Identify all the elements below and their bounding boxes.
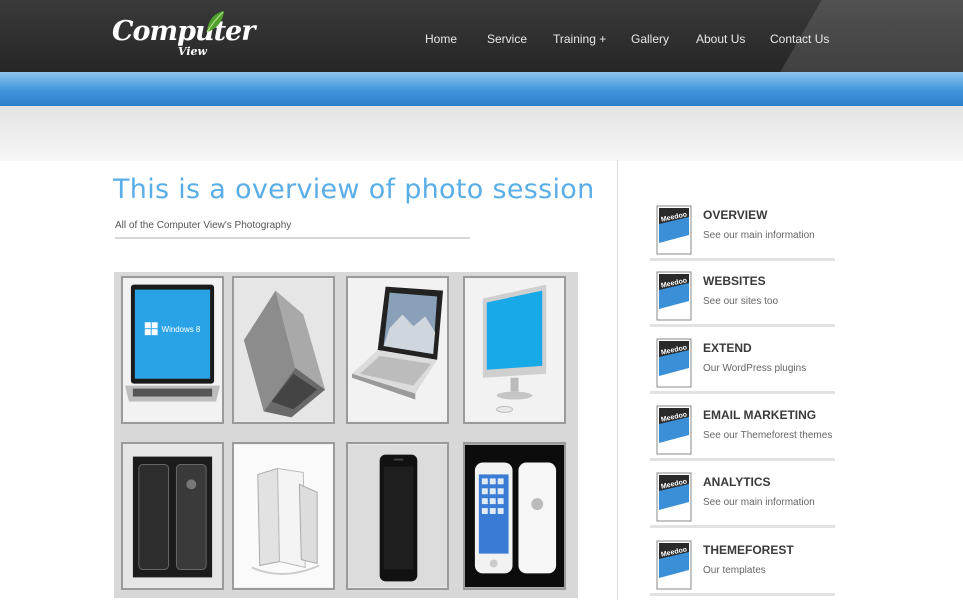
nav-gallery[interactable]: Gallery bbox=[631, 32, 669, 46]
sidebar-item-desc: See our sites too bbox=[703, 296, 779, 307]
meedoo-badge-icon: Meedoo bbox=[656, 472, 692, 522]
meedoo-badge-icon: Meedoo bbox=[656, 205, 692, 255]
laptop-silver-closed-image bbox=[234, 278, 333, 422]
nav-contact-us[interactable]: Contact Us bbox=[770, 32, 829, 46]
sidebar-item-title: EMAIL MARKETING bbox=[703, 408, 817, 422]
sidebar-separator bbox=[650, 525, 835, 528]
laptop-windows8-image: Windows 8 bbox=[123, 278, 222, 422]
white-phones-image bbox=[234, 444, 333, 588]
laptop-white-open-image bbox=[348, 278, 447, 422]
nav-about-us[interactable]: About Us bbox=[696, 32, 745, 46]
content-divider bbox=[617, 160, 618, 600]
gallery-thumb-laptop-windows8[interactable]: Windows 8 bbox=[121, 276, 224, 424]
sidebar-item-title: EXTEND bbox=[703, 341, 752, 355]
sidebar-item-desc: Our templates bbox=[703, 565, 766, 576]
nav-training[interactable]: Training + bbox=[553, 32, 606, 46]
sidebar-item-themeforest[interactable]: Meedoo THEMEFOREST Our templates bbox=[650, 532, 835, 596]
gallery-thumb-iphones[interactable] bbox=[463, 442, 566, 590]
meedoo-badge-icon: Meedoo bbox=[656, 338, 692, 388]
gallery-thumb-two-phones[interactable] bbox=[121, 442, 224, 590]
sidebar-separator bbox=[650, 593, 835, 596]
sidebar-item-title: WEBSITES bbox=[703, 274, 766, 288]
gallery-thumb-white-phones[interactable] bbox=[232, 442, 335, 590]
gallery-thumb-laptop-white[interactable] bbox=[346, 276, 449, 424]
sidebar-item-title: OVERVIEW bbox=[703, 208, 768, 222]
sidebar-item-analytics[interactable]: Meedoo ANALYTICS See our main informatio… bbox=[650, 464, 835, 528]
meedoo-badge-icon: Meedoo bbox=[656, 271, 692, 321]
windows8-screen-label: Windows 8 bbox=[162, 325, 201, 334]
meedoo-badge-icon: Meedoo bbox=[656, 405, 692, 455]
site-header: Computer View Home Service Training + Ga… bbox=[0, 0, 963, 72]
sidebar-separator bbox=[650, 258, 835, 261]
sidebar-item-title: ANALYTICS bbox=[703, 475, 771, 489]
two-phones-dark-image bbox=[123, 444, 222, 588]
page-subtitle: All of the Computer View's Photography bbox=[115, 220, 292, 231]
banner-shadow-strip bbox=[0, 106, 963, 161]
sidebar-item-title: THEMEFOREST bbox=[703, 543, 794, 557]
sidebar-item-desc: Our WordPress plugins bbox=[703, 363, 807, 374]
sidebar-separator bbox=[650, 324, 835, 327]
nav-home[interactable]: Home bbox=[425, 32, 457, 46]
sidebar-item-desc: See our Themeforest themes bbox=[703, 430, 833, 441]
iphones-front-back-image bbox=[465, 444, 564, 588]
sidebar-item-desc: See our main information bbox=[703, 497, 815, 508]
meedoo-badge-icon: Meedoo bbox=[656, 540, 692, 590]
title-underline bbox=[115, 237, 470, 239]
black-phone-image bbox=[348, 444, 447, 588]
logo-sub-text: View bbox=[178, 45, 207, 58]
leaf-icon bbox=[206, 11, 224, 33]
page-title: This is a overview of photo session bbox=[113, 174, 595, 205]
sidebar-item-extend[interactable]: Meedoo EXTEND Our WordPress plugins bbox=[650, 330, 835, 394]
sidebar-item-email-marketing[interactable]: Meedoo EMAIL MARKETING See our Themefore… bbox=[650, 397, 835, 461]
blue-banner-band bbox=[0, 72, 963, 106]
site-logo[interactable]: Computer View bbox=[112, 10, 255, 62]
sidebar-item-overview[interactable]: Meedoo OVERVIEW See our main information bbox=[650, 197, 835, 261]
sidebar-item-desc: See our main information bbox=[703, 230, 815, 241]
gallery-thumb-black-phone[interactable] bbox=[346, 442, 449, 590]
desktop-monitor-image bbox=[465, 278, 564, 422]
gallery-thumb-desktop-monitor[interactable] bbox=[463, 276, 566, 424]
nav-service[interactable]: Service bbox=[487, 32, 527, 46]
sidebar-item-websites[interactable]: Meedoo WEBSITES See our sites too bbox=[650, 263, 835, 327]
sidebar-separator bbox=[650, 391, 835, 394]
logo-main-text: Computer bbox=[112, 16, 255, 47]
gallery-thumb-laptop-silver[interactable] bbox=[232, 276, 335, 424]
photo-gallery: Windows 8 bbox=[114, 272, 578, 598]
sidebar-separator bbox=[650, 458, 835, 461]
